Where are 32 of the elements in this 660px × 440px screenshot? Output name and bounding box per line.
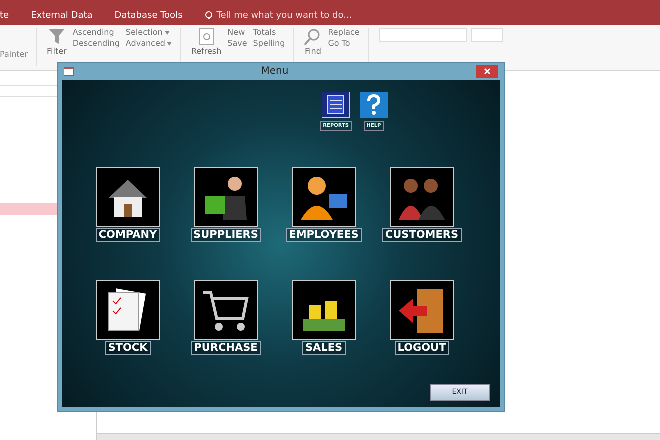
refresh-button[interactable]: Refresh [191, 28, 222, 56]
document-list-icon [322, 92, 350, 118]
window-title: Menu [260, 66, 290, 77]
record-tool-button[interactable]: Totals [253, 28, 286, 37]
record-tool-button[interactable]: Spelling [253, 39, 286, 48]
form-icon [64, 67, 74, 76]
ribbon-tab[interactable]: Database Tools [114, 11, 183, 21]
filter-option-button[interactable]: Selection [126, 28, 172, 37]
format-painter-button[interactable]: Painter [0, 50, 28, 59]
record-button[interactable]: Save [228, 39, 248, 48]
font-size-field[interactable] [470, 28, 503, 42]
caret-icon [164, 30, 170, 34]
funnel-icon [48, 28, 66, 46]
refresh-icon [198, 28, 215, 46]
help-icon [360, 92, 388, 118]
find-button[interactable]: Find [304, 28, 322, 56]
lightbulb-icon [204, 11, 213, 21]
close-button[interactable] [476, 65, 498, 78]
sort-button[interactable]: Ascending [72, 28, 120, 37]
close-icon [484, 68, 490, 75]
font-name-field[interactable] [378, 28, 467, 42]
search-icon [304, 28, 322, 46]
ribbon-tab[interactable]: te [0, 11, 10, 21]
find-option-button[interactable]: Replace [328, 28, 360, 37]
tell-me-search[interactable]: Tell me what you want to do... [204, 11, 352, 21]
record-button[interactable]: New [228, 28, 248, 37]
sort-button[interactable]: Descending [72, 39, 120, 48]
caret-icon [167, 42, 172, 46]
filter-option-button[interactable]: Advanced [126, 39, 172, 48]
ribbon-tab[interactable]: External Data [31, 11, 93, 21]
find-option-button[interactable]: Go To [328, 39, 360, 48]
filter-button[interactable]: Filter [47, 28, 67, 56]
